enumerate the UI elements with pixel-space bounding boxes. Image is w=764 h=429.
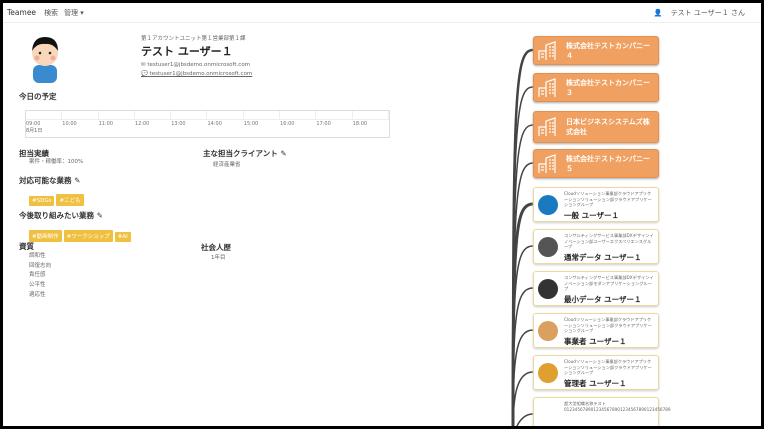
skills-title: 対応可能な業務 ✎ [19, 176, 81, 185]
edit-pencil-icon[interactable]: ✎ [280, 149, 286, 158]
org-name: 株式会社テストカンパニー４ [566, 41, 650, 60]
user-avatar [538, 321, 558, 341]
app-window: Teamee 検索 管理 ▾ 👤 テスト ユーザー１ さん 第１アカウントユニッ… [3, 3, 761, 426]
time-label: 11:00 [98, 121, 114, 127]
org-name: 株式会社テストカンパニー５ [566, 154, 650, 173]
schedule-timeline[interactable]: 09:00 10:00 11:00 12:00 13:00 14:00 15:00 16:00… [25, 110, 390, 138]
user-avatar [538, 363, 558, 383]
user-card[interactable]: コンサルティングサービス事業部DXデザインイノベーション部ユーザーエクスペリエン… [533, 229, 659, 264]
org-card[interactable]: 株式会社テストカンパニー３ [533, 73, 659, 102]
user-card[interactable]: コンサルティングサービス事業部DXデザインイノベーション部モダンアプリケーション… [533, 271, 659, 306]
navbar: Teamee 検索 管理 ▾ 👤 テスト ユーザー１ さん [3, 3, 761, 23]
time-label: 12:00 [134, 121, 150, 127]
user-department: Cloudソリューション事業部クラウドアプリケーションソリューション部クラウドア… [564, 317, 652, 333]
tree-link [516, 413, 534, 426]
user-avatar [538, 237, 558, 257]
org-name: 株式会社テストカンパニー３ [566, 78, 650, 97]
tag[interactable]: #AI [114, 232, 131, 242]
chat-row: 💬 testuser1@jbsdemo.onmicrosoft.com [141, 71, 252, 77]
skills-tags: #SDGs #こども [29, 187, 86, 206]
user-card[interactable]: Cloudソリューション事業部クラウドアプリケーションソリューション部クラウドア… [533, 313, 659, 348]
trait-item: 調和性 [29, 253, 46, 259]
tag[interactable]: #SDGs [29, 196, 55, 206]
user-name: テスト ユーザー１ [141, 45, 233, 58]
nav-search[interactable]: 検索 [44, 8, 58, 18]
time-label: 18:00 [352, 121, 368, 127]
nav-manage-dropdown[interactable]: 管理 ▾ [64, 8, 84, 18]
user-card-name: 事業者 ユーザー１ [564, 336, 627, 346]
email-link[interactable]: testuser1@jbsdemo.onmicrosoft.com [147, 62, 250, 68]
tag[interactable]: #ワークショップ [63, 230, 113, 242]
clients-value: 経済産業省 [213, 162, 241, 168]
wishes-title: 今後取り組みたい業務 ✎ [19, 211, 103, 220]
user-card-name: 通常データ ユーザー１ [564, 252, 642, 262]
edit-pencil-icon[interactable]: ✎ [97, 211, 103, 220]
user-menu[interactable]: 👤 テスト ユーザー１ さん [654, 8, 751, 18]
chat-icon: 💬 [141, 71, 148, 77]
org-card[interactable]: 株式会社テストカンパニー４ [533, 36, 659, 65]
traits-title: 資質 [19, 242, 34, 251]
building-icon [538, 77, 556, 97]
wishes-tags: #動画制作 #ワークショップ #AI [29, 223, 133, 242]
schedule-title: 今日の予定 [19, 92, 57, 101]
user-card-name: 管理者 ユーザー１ [564, 378, 627, 388]
performance-value: 案件・稼働率：100% [29, 159, 84, 165]
career-title: 社会人歴 [201, 243, 231, 252]
tree-link [512, 329, 534, 426]
time-label: 13:00 [171, 121, 186, 127]
user-card[interactable]: Cloudソリューション事業部クラウドアプリケーションソリューション部クラウドア… [533, 187, 659, 222]
user-card[interactable]: Cloudソリューション事業部クラウドアプリケーションソリューション部クラウドア… [533, 355, 659, 390]
user-department: 超大型組織名称テスト012345678901234567890123456789… [564, 401, 671, 412]
building-icon [538, 153, 556, 173]
user-department: コンサルティングサービス事業部DXデザインイノベーション部ユーザーエクスペリエン… [564, 233, 654, 249]
mail-icon: ✉ [141, 62, 146, 68]
traits-list: 調和性回復志向責任感公平性適応性 [29, 252, 51, 301]
schedule-date: 8月1日 [26, 128, 43, 134]
clients-title: 主な担当クライアント ✎ [203, 149, 287, 158]
building-icon [538, 40, 556, 60]
chat-link[interactable]: testuser1@jbsdemo.onmicrosoft.com [150, 71, 253, 77]
user-card-name: 一般 ユーザー１ [564, 210, 619, 220]
trait-item: 責任感 [29, 272, 46, 279]
trait-item: 適応性 [29, 291, 46, 298]
user-department: コンサルティングサービス事業部DXデザインイノベーション部モダンアプリケーション… [564, 275, 654, 291]
user-department: Cloudソリューション事業部クラウドアプリケーションソリューション部クラウドア… [564, 191, 652, 207]
user-card[interactable]: 超大型組織名称テスト012345678901234567890123456789… [533, 397, 671, 426]
trait-item: 公平性 [29, 282, 46, 289]
edit-pencil-icon[interactable]: ✎ [74, 176, 80, 185]
org-card[interactable]: 日本ビジネスシステムズ株式会社 [533, 111, 659, 143]
user-card-name: 最小データ ユーザー１ [564, 294, 642, 304]
org-card[interactable]: 株式会社テストカンパニー５ [533, 149, 659, 178]
time-label: 10:00 [62, 121, 77, 127]
user-department: Cloudソリューション事業部クラウドアプリケーションソリューション部クラウドア… [564, 359, 652, 375]
avatar [27, 31, 63, 83]
time-label: 16:00 [280, 121, 295, 127]
trait-item: 回復志向 [29, 262, 52, 269]
time-label: 14:00 [207, 121, 222, 127]
time-label: 15:00 [243, 121, 259, 127]
user-avatar [538, 279, 558, 299]
org-name: 日本ビジネスシステムズ株式会社 [566, 118, 650, 136]
user-icon: 👤 [653, 8, 663, 17]
building-icon [538, 117, 556, 136]
tag[interactable]: #こども [56, 194, 84, 206]
time-label: 17:00 [316, 121, 331, 127]
career-value: 1年目 [211, 255, 226, 261]
brand-link[interactable]: Teamee [7, 8, 36, 17]
department: 第１アカウントユニット第１営業部第１課 [141, 36, 246, 42]
email-row: ✉ testuser1@jbsdemo.onmicrosoft.com [141, 62, 250, 68]
user-avatar [538, 195, 558, 215]
